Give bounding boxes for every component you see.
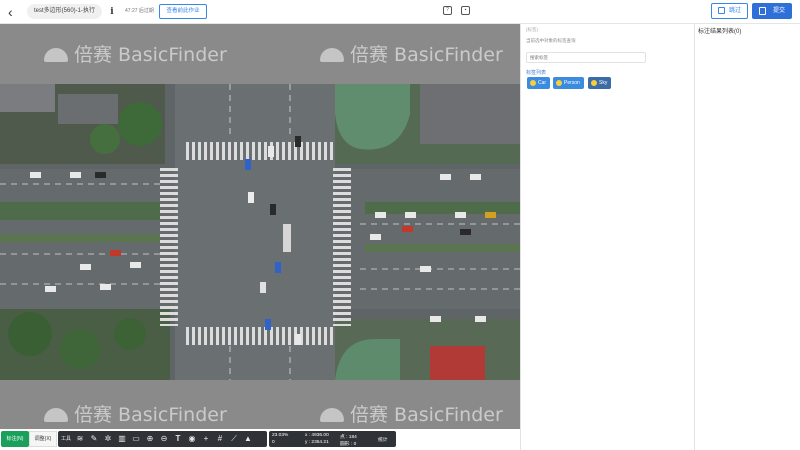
tag-color-dot	[530, 80, 536, 86]
brand-logo-icon	[320, 48, 344, 62]
top-bar: ‹ test多边形(560)-1-执行 i 47:27 后过期 查看前此作业 ?…	[0, 0, 800, 24]
brand-logo-icon	[320, 408, 344, 422]
panel-hint: (标签)	[526, 27, 538, 32]
zoom-in-icon[interactable]: ⊕	[144, 433, 156, 445]
bottom-toolbar: 标注(N) 调整(X) 工具 ≋ ✎ ✲ ▥ ▭ ⊕ ⊖ T ◉ + # ⟋ ▲…	[0, 429, 520, 450]
annotation-canvas[interactable]: 倍赛 BasicFinder 倍赛 BasicFinder 倍赛 BasicFi…	[0, 24, 520, 429]
label-panel: (标签) 当前选中对象的标签查询 标签列表 Car Person Sky	[520, 24, 694, 450]
settings-icon[interactable]: ✲	[102, 433, 114, 445]
tag-color-dot	[556, 80, 562, 86]
watermark-text: 倍赛 BasicFinder	[350, 44, 503, 66]
panel-subtitle: 当前选中对象的标签查询	[526, 38, 576, 43]
tag-label: Car	[538, 80, 547, 86]
adjust-button[interactable]: 调整(X)	[29, 431, 57, 447]
watermark-text: 倍赛 BasicFinder	[350, 404, 503, 426]
tag-car[interactable]: Car	[527, 77, 551, 89]
ruler-icon[interactable]: ⟋	[228, 433, 240, 445]
info-icon[interactable]: i	[108, 6, 116, 18]
tag-color-dot	[591, 80, 597, 86]
zoom-level: 23.03%	[272, 433, 289, 438]
text-icon[interactable]: T	[172, 433, 184, 445]
submit-icon	[759, 7, 766, 15]
brand-logo-icon	[44, 408, 68, 422]
watermark: 倍赛 BasicFinder	[320, 400, 503, 427]
monitor-icon[interactable]: ▭	[130, 433, 142, 445]
pen-icon[interactable]: ✎	[88, 433, 100, 445]
skip-icon	[718, 7, 725, 14]
zoom-out-icon[interactable]: ⊖	[158, 433, 170, 445]
zero-value: 0	[272, 440, 275, 445]
tag-person[interactable]: Person	[553, 77, 584, 89]
delete-icon[interactable]: ▥	[116, 433, 128, 445]
mark-button[interactable]: 标注(N)	[1, 431, 29, 447]
cursor-y: y : 2354.21	[305, 440, 329, 445]
fill-icon[interactable]: ▲	[242, 433, 254, 445]
points-count: 点 : 184	[340, 435, 357, 440]
tool-label: 工具	[60, 436, 71, 442]
save-icon[interactable]: ▪	[461, 6, 470, 15]
task-name: test多边形(560)-1-执行	[27, 4, 103, 19]
help-icon[interactable]: ?	[443, 6, 452, 15]
layers-icon[interactable]: ≋	[74, 433, 86, 445]
submit-button[interactable]: 提交	[752, 3, 792, 19]
tag-sky[interactable]: Sky	[588, 77, 612, 89]
brand-logo-icon	[44, 48, 68, 62]
skip-label: 跳过	[728, 8, 741, 14]
grid-icon[interactable]: #	[214, 433, 226, 445]
view-previous-job-button[interactable]: 查看前此作业	[159, 4, 207, 19]
result-list-title: 标注结果列表(0)	[698, 29, 742, 35]
label-search-input[interactable]	[526, 52, 646, 63]
back-arrow-icon[interactable]: ‹	[8, 4, 20, 20]
skip-button[interactable]: 跳过	[711, 3, 748, 19]
label-list-title: 标签列表	[526, 70, 547, 76]
aerial-intersection-image[interactable]	[0, 84, 520, 380]
stats-label: 统计	[378, 438, 388, 443]
circles-count: 圆形 : 0	[340, 442, 357, 447]
crosshair-icon[interactable]: +	[200, 433, 212, 445]
cursor-x: x : 4936.00	[305, 433, 329, 438]
result-panel: 标注结果列表(0)	[694, 24, 800, 450]
status-readout: 23.03% 0 x : 4936.00 y : 2354.21 点 : 184…	[269, 431, 396, 447]
tag-label: Person	[564, 80, 580, 86]
submit-label: 提交	[772, 8, 785, 14]
watermark: 倍赛 BasicFinder	[44, 400, 227, 427]
tag-label: Sky	[599, 80, 608, 86]
watermark-text: 倍赛 BasicFinder	[74, 44, 227, 66]
watermark: 倍赛 BasicFinder	[44, 40, 227, 67]
time-left-text: 47:27 后过期	[125, 8, 154, 14]
watermark: 倍赛 BasicFinder	[320, 40, 503, 67]
watermark-text: 倍赛 BasicFinder	[74, 404, 227, 426]
tool-strip: 工具 ≋ ✎ ✲ ▥ ▭ ⊕ ⊖ T ◉ + # ⟋ ▲	[58, 431, 267, 447]
eye-icon[interactable]: ◉	[186, 433, 198, 445]
